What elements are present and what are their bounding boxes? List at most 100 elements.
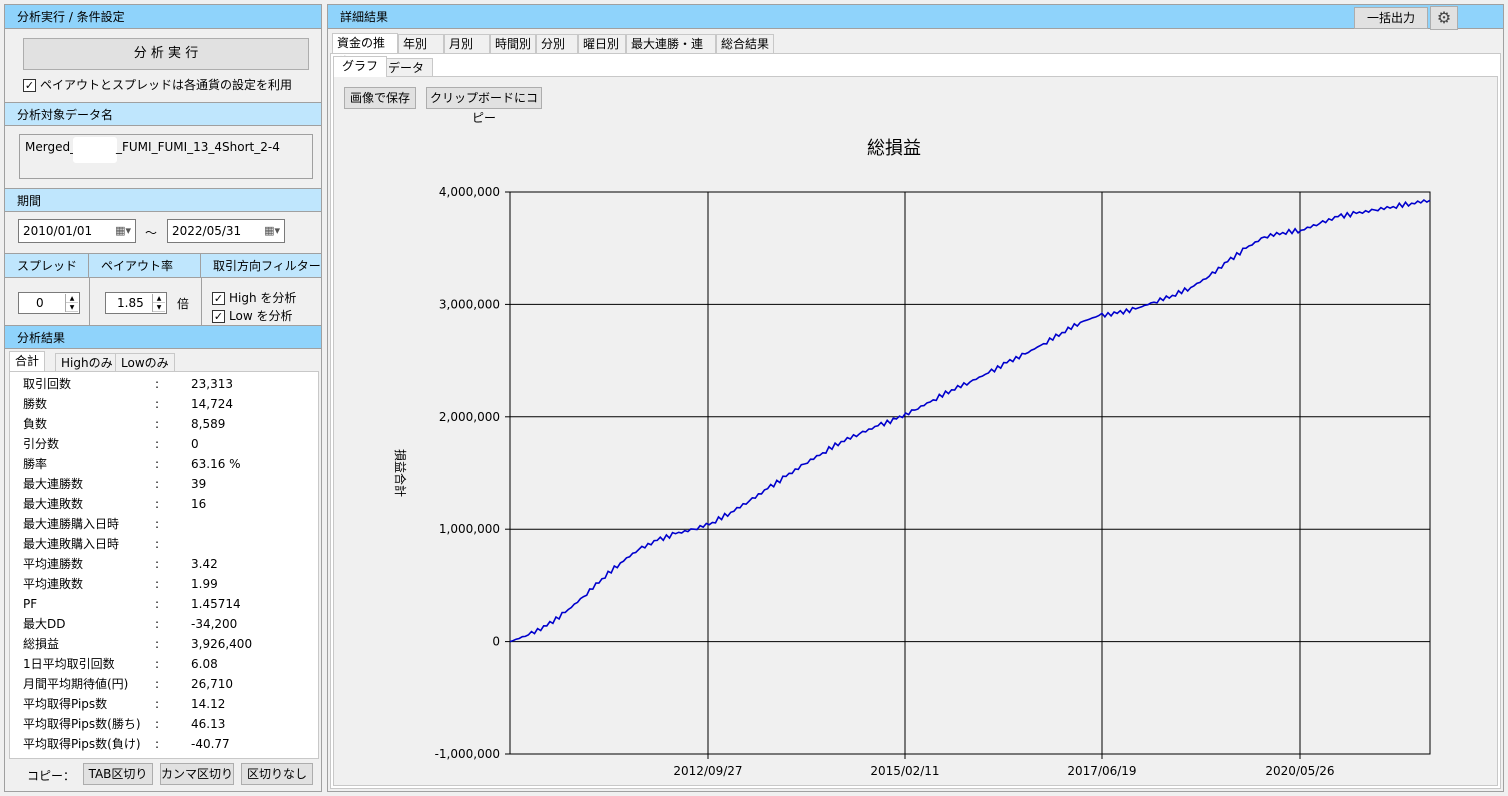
stat-value: 8,589 [191,417,226,431]
subtab-graph[interactable]: グラフ [333,56,388,77]
main-tab[interactable]: 時間別 [490,34,536,54]
stat-colon: : [155,617,160,631]
date-from-value: 2010/01/01 [23,224,93,238]
left-panel-header: 分析実行 / 条件設定 [5,5,321,29]
stat-colon: : [155,557,160,571]
settings-row: スプレッド ペイアウト率 取引方向フィルター 0 ▲ ▼ 1.85 ▲ ▼ 倍 ✓ H… [5,253,321,326]
tab-total[interactable]: 合計 [9,351,46,371]
data-name-field[interactable]: Merged_ _FUMI_FUMI_13_4Short_2-4 [19,134,313,179]
filter-low-checkbox[interactable]: ✓ Low を分析 [212,307,292,325]
profit-chart: 総損益 -1,000,000 0 1,000,000 2,000,000 3,000,00… [393,138,1431,777]
left-panel: 分析実行 / 条件設定 分 析 実 行 ✓ ペイアウトとスプレッドは各通貨の設定を… [4,4,322,792]
stat-colon: : [155,497,160,511]
checkbox-checked-icon: ✓ [212,310,225,323]
payout-value: 1.85 [117,296,144,310]
stat-value: 46.13 [191,717,226,731]
stat-value: 16 [191,497,207,511]
stat-value: 0 [191,437,199,451]
settings-gear-button[interactable]: ⚙ [1430,6,1458,30]
stat-value: 39 [191,477,207,491]
results-header: 分析結果 [5,325,321,349]
spread-spin-buttons[interactable]: ▲ ▼ [65,294,78,312]
calendar-icon[interactable]: ▦▾ [115,224,131,237]
tab-low-only[interactable]: Lowのみ [115,353,175,371]
stat-colon: : [155,737,160,751]
x-tick-label: 2020/05/26 [1265,764,1334,777]
payout-header: ペイアウト率 [89,254,201,278]
period-tilde: ～ [145,226,158,240]
filter-high-label: High を分析 [229,291,297,305]
y-tick-label: 3,000,000 [439,297,500,311]
stat-colon: : [155,677,160,691]
tab-content: グラフ データ 画像で保存 クリップボードにコピー 総損益 -1,000,000 0… [330,53,1501,789]
stat-label: 1日平均取引回数 [23,657,115,671]
y-tick-label: 0 [492,635,500,649]
filter-high-checkbox[interactable]: ✓ High を分析 [212,289,296,307]
stat-label: 取引回数 [23,377,72,391]
stat-label: 総損益 [23,637,60,651]
redacted-block [73,137,117,163]
stat-value: 1.45714 [191,597,241,611]
stat-colon: : [155,457,160,471]
stat-colon: : [155,597,160,611]
data-name-section-header: 分析対象データ名 [5,102,321,126]
main-tab[interactable]: 資金の推移 [332,33,398,69]
copy-none-button[interactable]: 区切りなし [241,763,313,785]
run-analysis-button[interactable]: 分 析 実 行 [23,38,309,70]
copy-tab-button[interactable]: TAB区切り [83,763,153,785]
stat-value: 1.99 [191,577,218,591]
stat-value: 14.12 [191,697,226,711]
x-tick-label: 2017/06/19 [1067,764,1136,777]
copy-comma-button[interactable]: カンマ区切り [160,763,234,785]
subtab-content: 画像で保存 クリップボードにコピー 総損益 -1,000,000 0 1,000,00… [333,76,1498,786]
stat-colon: : [155,437,160,451]
spin-up-icon[interactable]: ▲ [153,294,165,303]
stat-label: 負数 [23,417,48,431]
main-tab[interactable]: 曜日別 [578,34,626,54]
main-tab[interactable]: 最大連勝・連敗 [626,34,716,70]
stat-label: 勝率 [23,457,48,471]
stat-colon: : [155,477,160,491]
stat-value: -34,200 [191,617,238,631]
y-tick-label: 2,000,000 [439,410,500,424]
date-from-picker[interactable]: 2010/01/01 ▦▾ [18,219,136,243]
export-all-button[interactable]: 一括出力 [1354,7,1428,29]
main-tab[interactable]: 年別 [398,34,444,54]
spin-down-icon[interactable]: ▼ [66,303,78,312]
spin-down-icon[interactable]: ▼ [153,303,165,312]
stat-label: 最大DD [23,617,66,631]
stat-label: 最大連勝購入日時 [23,517,120,531]
subtab-data[interactable]: データ [379,58,434,77]
stat-label: PF [23,597,38,611]
stat-colon: : [155,717,160,731]
payout-spread-checkbox[interactable]: ✓ ペイアウトとスプレッドは各通貨の設定を利用 [23,76,292,94]
payout-spin-buttons[interactable]: ▲ ▼ [152,294,165,312]
y-tick-label: 1,000,000 [439,522,500,536]
calendar-icon[interactable]: ▦▾ [264,224,280,237]
main-tab[interactable]: 総合結果 [716,34,774,54]
main-tab[interactable]: 分別 [536,34,578,54]
stat-value: 6.08 [191,657,218,671]
date-to-picker[interactable]: 2022/05/31 ▦▾ [167,219,285,243]
spin-up-icon[interactable]: ▲ [66,294,78,303]
payout-spread-checkbox-label: ペイアウトとスプレッドは各通貨の設定を利用 [40,78,293,92]
y-tick-label: -1,000,000 [435,747,500,761]
stat-label: 最大連敗数 [23,497,84,511]
right-panel: 詳細結果 一括出力 ⚙ 資金の推移年別月別時間別分別曜日別最大連勝・連敗総合結果… [327,4,1504,792]
period-section-header: 期間 [5,188,321,212]
spread-stepper[interactable]: 0 ▲ ▼ [18,292,80,314]
payout-stepper[interactable]: 1.85 ▲ ▼ [105,292,167,314]
spread-header: スプレッド [5,254,89,278]
checkbox-checked-icon: ✓ [212,292,225,305]
checkbox-checked-icon: ✓ [23,79,36,92]
chart-title: 総損益 [867,138,921,159]
main-tab[interactable]: 月別 [444,34,490,54]
tab-high-only[interactable]: Highのみ [55,353,119,371]
x-tick-label: 2015/02/11 [870,764,939,777]
spread-divider [89,278,90,326]
stat-value: 23,313 [191,377,233,391]
payout-divider [201,278,202,326]
stat-colon: : [155,397,160,411]
stat-value: 26,710 [191,677,233,691]
stat-label: 最大連勝数 [23,477,84,491]
